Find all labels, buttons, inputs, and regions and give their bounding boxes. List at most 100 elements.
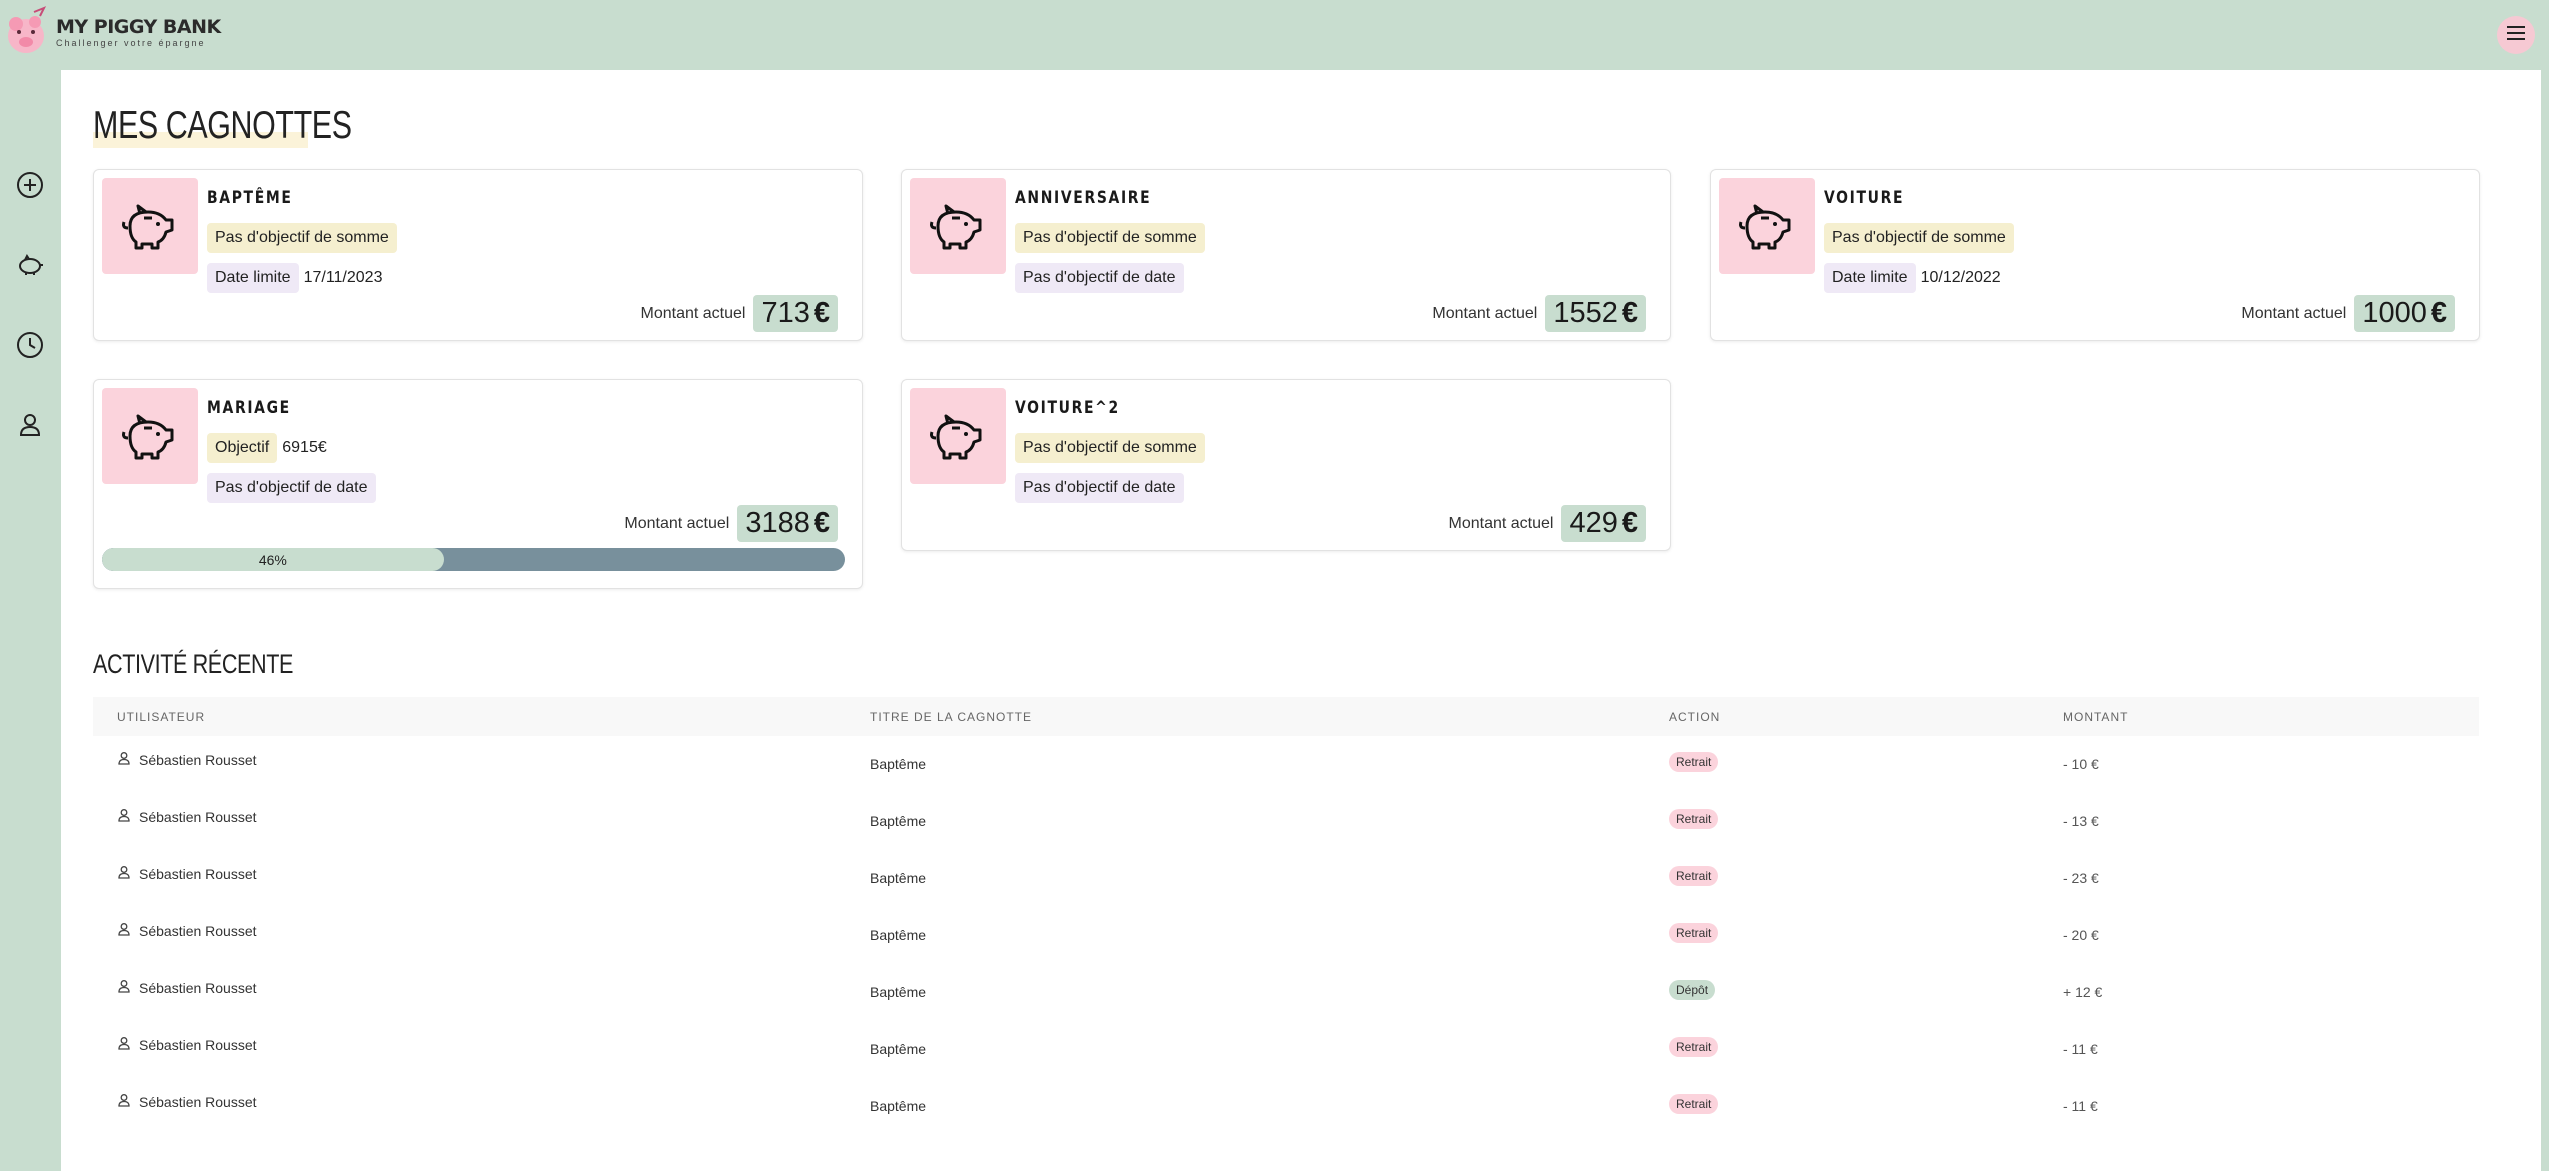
cell-amount: + 12 € (2063, 984, 2103, 1000)
user-name: Sébastien Rousset (139, 922, 257, 939)
table-body: Sébastien Rousset Baptême Retrait - 10 € Séb… (93, 736, 2479, 1135)
currency-symbol: € (813, 507, 830, 539)
table-row[interactable]: Sébastien Rousset Baptême Retrait - 11 € (93, 1078, 2479, 1135)
currency-symbol: € (813, 297, 830, 329)
cell-amount: - 13 € (2063, 813, 2099, 829)
cell-user: Sébastien Rousset (117, 865, 257, 882)
date-chip: Date limite (207, 263, 299, 293)
cell-amount: - 11 € (2063, 1041, 2098, 1057)
brand-subtitle: Challenger votre épargne (56, 38, 206, 48)
table-row[interactable]: Sébastien Rousset Baptême Retrait - 13 € (93, 793, 2479, 850)
currency-symbol: € (1621, 297, 1638, 329)
amount-number: 3188 (745, 507, 810, 539)
date-value: 17/11/2023 (303, 269, 383, 286)
table-row[interactable]: Sébastien Rousset Baptême Retrait - 23 € (93, 850, 2479, 907)
cell-action: Retrait (1669, 1037, 1719, 1057)
cell-action: Retrait (1669, 866, 1719, 886)
header-title[interactable]: TITRE DE LA CAGNOTTE (870, 710, 1032, 724)
cell-title: Baptême (870, 756, 927, 772)
piggy-bank-icon[interactable] (15, 250, 45, 280)
goal-chip: Pas d'objectif de somme (1824, 223, 2014, 253)
amount-label: Montant actuel (2241, 304, 2347, 322)
cell-action: Dépôt (1669, 980, 1716, 1000)
page-title: MES CAGNOTTES (93, 104, 352, 147)
amount-label: Montant actuel (624, 514, 730, 532)
date-value: 10/12/2022 (1920, 269, 2001, 286)
piggy-bank-icon (102, 388, 198, 484)
amount-value: 1552 € (1545, 295, 1646, 332)
user-name: Sébastien Rousset (139, 751, 257, 768)
cell-user: Sébastien Rousset (117, 751, 257, 768)
cagnotte-card[interactable]: BAPTÊME Pas d'objectif de somme Date limit… (93, 169, 863, 341)
date-chip: Pas d'objectif de date (1015, 263, 1184, 293)
user-icon (117, 808, 139, 825)
header-action[interactable]: ACTION (1669, 710, 1720, 724)
date-chip: Date limite (1824, 263, 1916, 293)
cagnotte-card[interactable]: VOITURE Pas d'objectif de somme Date limit… (1710, 169, 2480, 341)
table-row[interactable]: Sébastien Rousset Baptême Dépôt + 12 € (93, 964, 2479, 1021)
header-user[interactable]: UTILISATEUR (117, 710, 205, 724)
progress-fill: 46% (102, 548, 444, 571)
amount-number: 713 (761, 297, 810, 329)
piggy-bank-icon (1719, 178, 1815, 274)
top-bar: MY PIGGY BANK Challenger votre épargne (0, 0, 2549, 70)
cagnotte-card[interactable]: ANNIVERSAIRE Pas d'objectif de somme Pas d… (901, 169, 1671, 341)
amount-value: 429 € (1561, 505, 1646, 542)
user-icon (117, 922, 139, 939)
cell-title: Baptême (870, 1041, 927, 1057)
piggy-bank-icon (910, 388, 1006, 484)
cagnotte-card[interactable]: VOITURE^2 Pas d'objectif de somme Pas d'ob… (901, 379, 1671, 551)
amount-value: 3188 € (737, 505, 838, 542)
cell-title: Baptême (870, 1098, 927, 1114)
goal-value: 6915€ (282, 439, 327, 456)
table-row[interactable]: Sébastien Rousset Baptême Retrait - 10 € (93, 736, 2479, 793)
hamburger-icon (2507, 25, 2525, 45)
goal-chip: Pas d'objectif de somme (1015, 223, 1205, 253)
piggy-bank-icon (102, 178, 198, 274)
goal-chip: Objectif (207, 433, 278, 463)
table-header: UTILISATEUR TITRE DE LA CAGNOTTE ACTION … (93, 697, 2479, 736)
menu-button[interactable] (2497, 16, 2535, 54)
cell-user: Sébastien Rousset (117, 979, 257, 996)
brand-title: MY PIGGY BANK (56, 16, 221, 38)
date-chip: Pas d'objectif de date (207, 473, 376, 503)
user-name: Sébastien Rousset (139, 808, 257, 825)
goal-row: Objectif 6915€ (207, 433, 327, 463)
date-chip: Pas d'objectif de date (1015, 473, 1184, 503)
table-row[interactable]: Sébastien Rousset Baptême Retrait - 11 € (93, 1021, 2479, 1078)
amount-block: Montant actuel 713 € (641, 295, 838, 332)
cell-user: Sébastien Rousset (117, 1093, 257, 1110)
clock-icon[interactable] (15, 330, 45, 360)
goal-chip: Pas d'objectif de somme (207, 223, 397, 253)
action-badge: Retrait (1669, 809, 1719, 829)
action-badge: Retrait (1669, 1094, 1719, 1114)
amount-block: Montant actuel 3188 € (624, 505, 838, 542)
user-icon (117, 1093, 139, 1110)
date-row: Pas d'objectif de date (1015, 473, 1184, 503)
action-badge: Retrait (1669, 923, 1719, 943)
amount-block: Montant actuel 1552 € (1432, 295, 1646, 332)
card-title: VOITURE (1824, 188, 1905, 208)
cagnotte-card[interactable]: MARIAGE Objectif 6915€ Pas d'objectif de da… (93, 379, 863, 589)
goal-row: Pas d'objectif de somme (207, 223, 397, 253)
date-row: Pas d'objectif de date (1015, 263, 1184, 293)
cell-user: Sébastien Rousset (117, 808, 257, 825)
goal-row: Pas d'objectif de somme (1015, 433, 1205, 463)
user-icon[interactable] (15, 410, 45, 440)
table-row[interactable]: Sébastien Rousset Baptême Retrait - 20 € (93, 907, 2479, 964)
goal-row: Pas d'objectif de somme (1015, 223, 1205, 253)
header-amount[interactable]: MONTANT (2063, 710, 2128, 724)
sidebar (0, 70, 61, 1171)
amount-number: 1552 (1553, 297, 1618, 329)
progress-bar: 46% (102, 548, 845, 571)
date-row: Date limite 17/11/2023 (207, 263, 382, 293)
user-name: Sébastien Rousset (139, 865, 257, 882)
date-row: Date limite 10/12/2022 (1824, 263, 2001, 293)
card-title: ANNIVERSAIRE (1015, 188, 1152, 208)
goal-row: Pas d'objectif de somme (1824, 223, 2014, 253)
action-badge: Retrait (1669, 1037, 1719, 1057)
brand[interactable]: MY PIGGY BANK Challenger votre épargne (4, 6, 221, 58)
page-scrollbar[interactable] (2541, 0, 2549, 1171)
plus-circle-icon[interactable] (15, 170, 45, 200)
amount-label: Montant actuel (640, 304, 746, 322)
